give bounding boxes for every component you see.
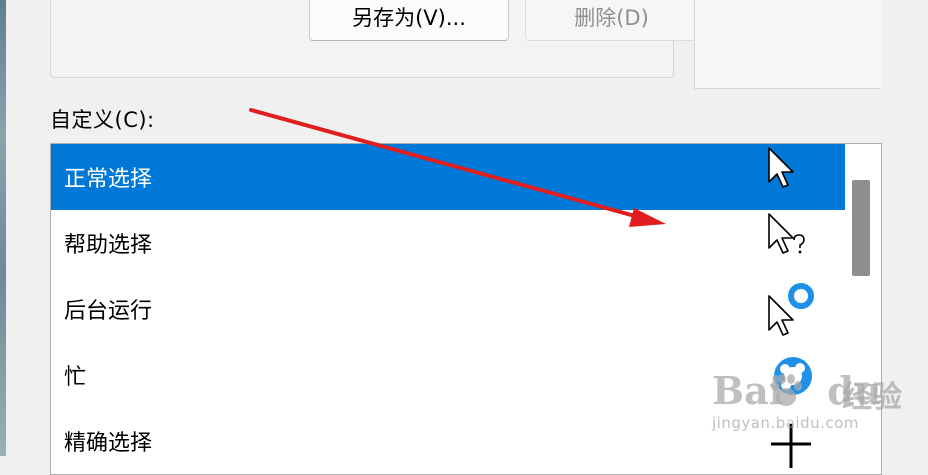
delete-button[interactable]: 删除(D) [525, 0, 698, 41]
background-window-edge [0, 0, 6, 456]
help-select-cursor-icon [768, 213, 805, 254]
list-item-label: 精确选择 [64, 431, 153, 456]
list-item-help-select[interactable]: 帮助选择 [51, 210, 845, 276]
list-item-label: 忙 [64, 365, 87, 390]
custom-label: 自定义(C): [50, 108, 155, 132]
working-in-background-cursor-icon [768, 283, 814, 336]
list-item-label: 后台运行 [64, 299, 153, 324]
normal-select-cursor-icon [768, 147, 794, 188]
cursor-preview-box [694, 0, 881, 89]
save-as-button[interactable]: 另存为(V)... [309, 0, 509, 41]
scheme-group-box: 另存为(V)... 删除(D) [50, 0, 698, 78]
precision-select-cursor-icon [771, 424, 811, 468]
list-item-precision-select[interactable]: 精确选择 [51, 408, 845, 474]
list-item-label: 正常选择 [64, 167, 153, 192]
list-item-busy[interactable]: 忙 [51, 342, 845, 408]
list-scrollbar-thumb[interactable] [852, 180, 870, 276]
list-item-normal-select[interactable]: 正常选择 [51, 144, 845, 210]
list-item-label: 帮助选择 [64, 233, 153, 258]
busy-cursor-icon [774, 357, 812, 395]
list-item-working-in-background[interactable]: 后台运行 [51, 276, 845, 342]
custom-cursor-list[interactable]: 正常选择 帮助选择 后台运行 忙 精确选择 [50, 143, 882, 475]
